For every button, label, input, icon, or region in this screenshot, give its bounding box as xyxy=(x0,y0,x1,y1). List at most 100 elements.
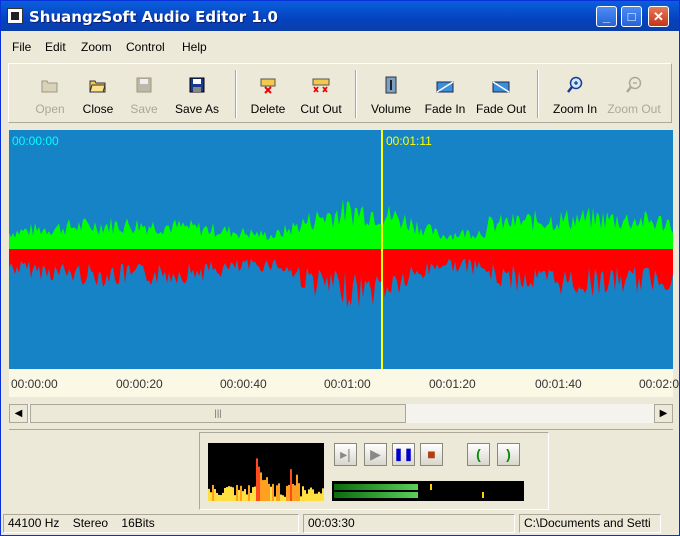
close-window-button[interactable]: ✕ xyxy=(648,6,669,27)
spectrum-bar xyxy=(238,489,240,501)
spectrum-bar xyxy=(300,496,302,501)
spectrum-bar xyxy=(218,494,220,501)
time-ruler[interactable]: 00:00:00 00:00:20 00:00:40 00:01:00 00:0… xyxy=(9,369,679,397)
close-folder-icon xyxy=(89,80,106,93)
spectrum-bar xyxy=(244,489,246,501)
zoom-in-button[interactable]: Zoom In xyxy=(547,66,603,120)
ruler-tick-label: 00:00:20 xyxy=(116,377,163,391)
spectrum-bar xyxy=(272,483,274,501)
spectrum-bar xyxy=(222,492,224,501)
level-meter xyxy=(332,481,524,501)
menu-help[interactable]: Help xyxy=(182,40,207,54)
spectrum-bar xyxy=(250,492,252,501)
level-meter-right xyxy=(334,492,418,498)
spectrum-bar xyxy=(220,495,222,501)
spectrum-bar xyxy=(322,488,324,501)
fade-out-button[interactable]: Fade Out xyxy=(473,66,529,120)
spectrum-analyzer xyxy=(208,443,324,501)
save-as-button[interactable]: Save As xyxy=(169,66,225,120)
minimize-button[interactable]: _ xyxy=(596,6,617,27)
spectrum-bar xyxy=(242,491,244,501)
waveform-view[interactable]: 00:00:00 00:01:11 xyxy=(9,130,673,369)
spectrum-bar xyxy=(260,472,262,501)
spectrum-bar xyxy=(310,487,312,501)
spectrum-bar xyxy=(226,487,228,501)
scroll-left-button[interactable]: ◀ xyxy=(9,404,28,423)
spectrum-bar xyxy=(210,492,212,501)
menu-file[interactable]: File xyxy=(12,40,31,54)
menu-control[interactable]: Control xyxy=(126,40,165,54)
ruler-tick-label: 00:02:0 xyxy=(639,377,680,391)
cut-out-button[interactable]: Cut Out xyxy=(295,66,347,120)
horizontal-scrollbar[interactable]: ◀ ||| ▶ xyxy=(9,404,673,423)
spectrum-bar xyxy=(320,493,322,501)
zoom-out-button[interactable]: Zoom Out xyxy=(605,66,663,120)
spectrum-bar xyxy=(264,479,266,501)
ruler-tick-label: 00:00:00 xyxy=(11,377,58,391)
menu-zoom[interactable]: Zoom xyxy=(81,40,112,54)
scroll-right-button[interactable]: ▶ xyxy=(654,404,673,423)
pause-button[interactable]: ❚❚ xyxy=(392,443,415,466)
spectrum-bar xyxy=(302,486,304,501)
zoom-out-icon xyxy=(626,76,642,93)
volume-button[interactable]: Volume xyxy=(365,66,417,120)
open-button[interactable]: Open xyxy=(27,66,73,120)
spectrum-bar xyxy=(292,484,294,501)
menu-edit[interactable]: Edit xyxy=(45,40,66,54)
toolbar-separator xyxy=(235,70,237,118)
spectrum-bar xyxy=(228,486,230,501)
close-file-button[interactable]: Close xyxy=(75,66,121,120)
spectrum-bar xyxy=(312,489,314,501)
peak-marker xyxy=(482,492,484,498)
spectrum-bar xyxy=(318,491,320,501)
spectrum-bar xyxy=(246,494,248,501)
spectrum-bar xyxy=(212,484,214,501)
floppy-disk-icon xyxy=(136,77,152,93)
spectrum-bar xyxy=(248,485,250,501)
title-bar[interactable]: ShuangzSoft Audio Editor 1.0 _ □ ✕ xyxy=(1,1,679,31)
spectrum-bar xyxy=(278,483,280,501)
stop-button[interactable]: ■ xyxy=(420,443,443,466)
delete-button[interactable]: Delete xyxy=(245,66,291,120)
spectrum-bar xyxy=(254,486,256,501)
spectrum-bar xyxy=(224,488,226,501)
spectrum-bar xyxy=(296,474,298,501)
spectrum-bar xyxy=(282,495,284,501)
spectrum-bar xyxy=(290,469,292,501)
status-duration: 00:03:30 xyxy=(303,514,515,533)
spectrum-bar xyxy=(304,490,306,501)
spectrum-bar xyxy=(314,493,316,501)
zoom-in-icon xyxy=(567,76,583,93)
volume-icon xyxy=(385,76,397,94)
fade-in-button[interactable]: Fade In xyxy=(419,66,471,120)
app-icon[interactable] xyxy=(7,8,23,24)
spectrum-bar xyxy=(214,489,216,501)
spectrum-bar xyxy=(256,458,258,501)
play-from-start-button[interactable]: ▸| xyxy=(334,443,357,466)
spectrum-bar xyxy=(234,495,236,501)
spectrum-bar xyxy=(266,477,268,501)
spectrum-bar xyxy=(268,483,270,501)
spectrum-bar xyxy=(252,487,254,501)
spectrum-bar xyxy=(236,485,238,501)
spectrum-bar xyxy=(288,484,290,501)
peak-marker xyxy=(430,484,432,490)
spectrum-bar xyxy=(298,483,300,501)
mark-end-button[interactable]: ) xyxy=(497,443,520,466)
scroll-thumb[interactable]: ||| xyxy=(30,404,406,423)
maximize-button[interactable]: □ xyxy=(621,6,642,27)
mark-start-button[interactable]: ( xyxy=(467,443,490,466)
spectrum-bar xyxy=(284,496,286,501)
status-audio-format: 44100 Hz Stereo 16Bits xyxy=(3,514,299,533)
spectrum-bar xyxy=(274,496,276,501)
save-button[interactable]: Save xyxy=(123,66,165,120)
spectrum-bar xyxy=(306,493,308,501)
spectrum-bar xyxy=(280,494,282,501)
cursor-time: 00:01:11 xyxy=(386,134,432,148)
spectrum-bar xyxy=(258,466,260,501)
spectrum-bar xyxy=(230,486,232,501)
cut-out-icon xyxy=(312,78,330,93)
play-button[interactable]: ▶ xyxy=(364,443,387,466)
open-folder-icon xyxy=(41,80,58,93)
toolbar-separator xyxy=(537,70,539,118)
